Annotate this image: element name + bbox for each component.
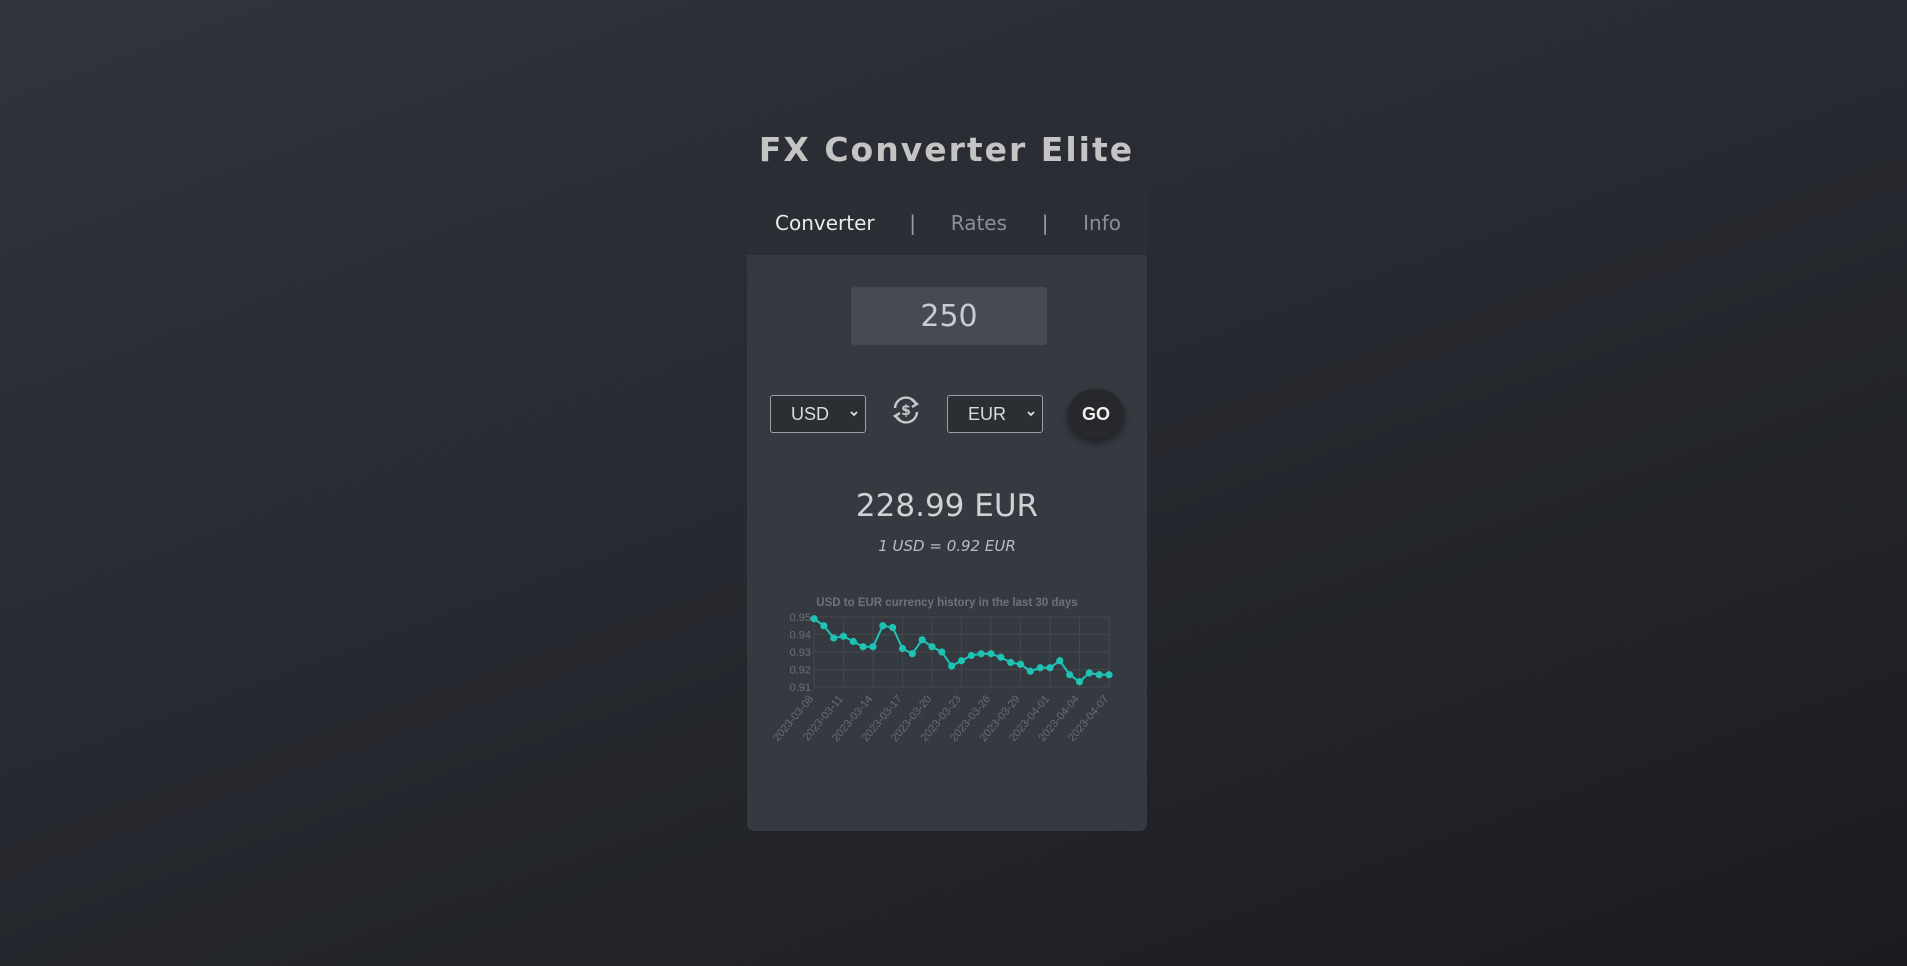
to-currency-value: EUR (968, 403, 1007, 424)
converter-card: Converter | Rates | Info USD $ EUR GO 22… (747, 191, 1147, 831)
data-point (967, 651, 975, 660)
y-tick-label: 0.91 (790, 682, 811, 694)
y-tick-label: 0.95 (790, 612, 811, 624)
data-point (977, 650, 985, 658)
to-currency-select[interactable]: EUR (947, 395, 1043, 433)
data-point (938, 648, 946, 656)
data-point (1085, 669, 1093, 677)
data-point (820, 622, 828, 630)
data-point (898, 644, 907, 653)
y-tick-label: 0.93 (790, 647, 811, 659)
y-tick-label: 0.94 (790, 630, 811, 642)
tab-separator: | (909, 211, 917, 235)
chart-title: USD to EUR currency history in the last … (816, 597, 1077, 609)
data-point (948, 662, 956, 670)
tab-bar: Converter | Rates | Info (747, 191, 1147, 255)
chevron-down-icon (850, 411, 858, 417)
data-point (928, 643, 936, 651)
data-point (839, 632, 848, 640)
data-point (810, 615, 818, 623)
app-title: FX Converter Elite (758, 130, 1135, 169)
data-point (1056, 657, 1064, 665)
y-tick-label: 0.92 (790, 665, 811, 677)
currency-history-chart: USD to EUR currency history in the last … (771, 597, 1113, 744)
data-point (1066, 671, 1074, 679)
data-point (957, 657, 966, 665)
data-point (889, 623, 897, 632)
data-point (987, 650, 995, 658)
data-point (918, 636, 926, 644)
data-point (1026, 667, 1034, 675)
data-point (1105, 671, 1113, 679)
chevron-down-icon (1027, 411, 1035, 417)
data-point (1046, 664, 1054, 672)
amount-input[interactable] (851, 287, 1047, 345)
data-point (849, 637, 857, 646)
tab-separator: | (1041, 211, 1049, 235)
data-point (879, 622, 887, 630)
tab-rates[interactable]: Rates (951, 211, 1007, 235)
data-point (997, 653, 1005, 661)
tab-info[interactable]: Info (1083, 211, 1121, 235)
data-point (1016, 660, 1025, 668)
data-point (830, 634, 838, 642)
go-button[interactable]: GO (1068, 389, 1124, 439)
tab-converter[interactable]: Converter (775, 211, 875, 235)
from-currency-value: USD (791, 403, 830, 424)
conversion-result: 228.99 EUR (855, 488, 1039, 524)
data-point (1075, 678, 1084, 686)
data-point (908, 650, 916, 658)
data-point (1007, 658, 1015, 667)
from-currency-select[interactable]: USD (770, 395, 866, 433)
data-point (1036, 664, 1044, 672)
data-point (1095, 671, 1103, 679)
currency-swap-icon[interactable]: $ (889, 393, 923, 427)
data-point (869, 643, 877, 651)
svg-text:$: $ (901, 403, 911, 419)
exchange-rate-text: 1 USD = 0.92 EUR (878, 537, 1016, 555)
data-point (859, 643, 867, 651)
